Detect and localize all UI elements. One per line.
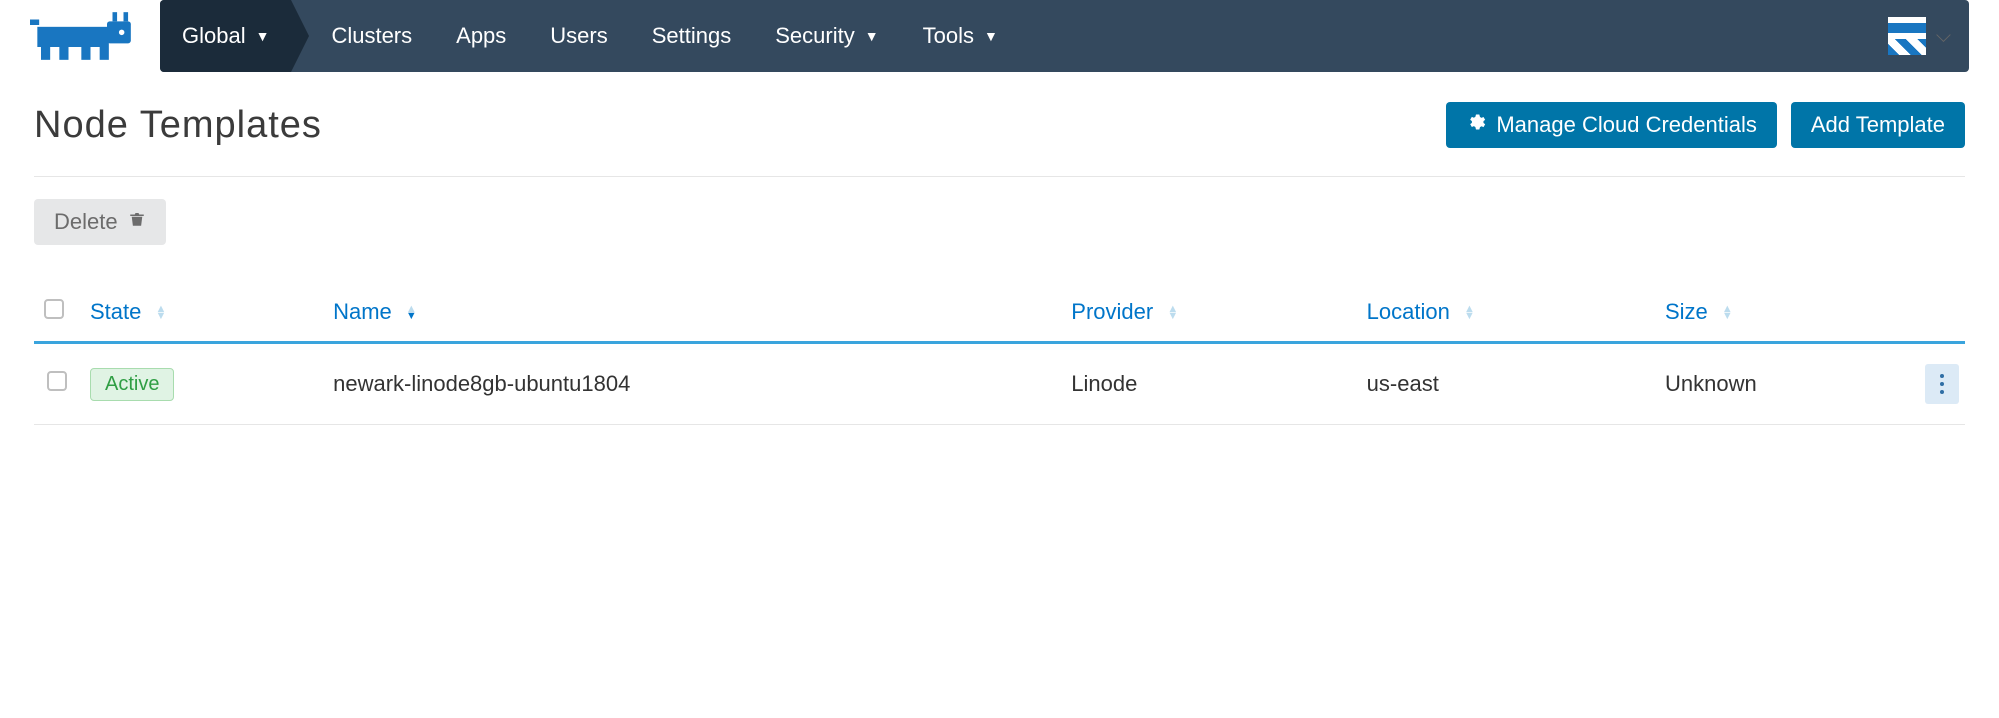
table-row: Active newark-linode8gb-ubuntu1804 Linod… bbox=[34, 343, 1965, 425]
cell-provider: Linode bbox=[1061, 343, 1356, 425]
col-label: State bbox=[90, 299, 141, 324]
row-checkbox[interactable] bbox=[47, 371, 67, 391]
user-menu[interactable]: ⌵ bbox=[1870, 0, 1969, 72]
chevron-down-icon: ▼ bbox=[256, 28, 270, 44]
page-header: Node Templates Manage Cloud Credentials … bbox=[34, 102, 1965, 177]
avatar bbox=[1888, 17, 1926, 55]
nav-item-label: Apps bbox=[456, 23, 506, 49]
rancher-logo-icon bbox=[30, 8, 140, 64]
col-label: Size bbox=[1665, 299, 1708, 324]
col-name[interactable]: Name ▲▼ bbox=[323, 285, 1061, 343]
nav-settings[interactable]: Settings bbox=[630, 0, 754, 72]
sort-icon: ▲▼ bbox=[156, 306, 167, 320]
templates-table: State ▲▼ Name ▲▼ Provider ▲▼ Location ▲▼… bbox=[34, 285, 1965, 425]
cell-size: Unknown bbox=[1655, 343, 1915, 425]
row-actions-menu[interactable] bbox=[1925, 364, 1959, 404]
col-label: Provider bbox=[1071, 299, 1153, 324]
page-title: Node Templates bbox=[34, 104, 322, 147]
col-state[interactable]: State ▲▼ bbox=[80, 285, 323, 343]
sort-icon: ▲▼ bbox=[406, 306, 417, 320]
top-navbar: Global ▼ Clusters Apps Users Settings Se… bbox=[0, 0, 1999, 72]
sort-icon: ▲▼ bbox=[1167, 306, 1178, 320]
col-label: Location bbox=[1367, 299, 1450, 324]
col-provider[interactable]: Provider ▲▼ bbox=[1061, 285, 1356, 343]
col-label: Name bbox=[333, 299, 392, 324]
add-template-button[interactable]: Add Template bbox=[1791, 102, 1965, 148]
nav-strip: Global ▼ Clusters Apps Users Settings Se… bbox=[160, 0, 1969, 72]
delete-button[interactable]: Delete bbox=[34, 199, 166, 245]
chevron-down-icon: ▼ bbox=[984, 28, 998, 44]
cell-name: newark-linode8gb-ubuntu1804 bbox=[323, 343, 1061, 425]
nav-item-label: Clusters bbox=[331, 23, 412, 49]
nav-item-label: Settings bbox=[652, 23, 732, 49]
nav-security[interactable]: Security ▼ bbox=[753, 0, 900, 72]
button-label: Add Template bbox=[1811, 112, 1945, 138]
select-all-checkbox[interactable] bbox=[44, 299, 64, 319]
manage-cloud-credentials-button[interactable]: Manage Cloud Credentials bbox=[1446, 102, 1777, 148]
chevron-down-icon: ▼ bbox=[865, 28, 879, 44]
status-badge: Active bbox=[90, 368, 174, 401]
logo[interactable] bbox=[30, 8, 160, 64]
nav-tools[interactable]: Tools ▼ bbox=[901, 0, 1020, 72]
nav-item-label: Users bbox=[550, 23, 607, 49]
col-location[interactable]: Location ▲▼ bbox=[1357, 285, 1655, 343]
sort-icon: ▲▼ bbox=[1464, 306, 1475, 320]
button-label: Delete bbox=[54, 209, 118, 235]
nav-global-label: Global bbox=[182, 23, 246, 49]
nav-item-label: Security bbox=[775, 23, 854, 49]
col-size[interactable]: Size ▲▼ bbox=[1655, 285, 1915, 343]
nav-item-label: Tools bbox=[923, 23, 974, 49]
nav-clusters[interactable]: Clusters bbox=[291, 0, 434, 72]
nav-global[interactable]: Global ▼ bbox=[160, 0, 291, 72]
nav-users[interactable]: Users bbox=[528, 0, 629, 72]
button-label: Manage Cloud Credentials bbox=[1496, 112, 1757, 138]
chevron-down-icon: ⌵ bbox=[1936, 25, 1951, 48]
trash-icon bbox=[128, 209, 146, 235]
cell-location: us-east bbox=[1357, 343, 1655, 425]
gear-icon bbox=[1466, 112, 1486, 138]
sort-icon: ▲▼ bbox=[1722, 306, 1733, 320]
nav-apps[interactable]: Apps bbox=[434, 0, 528, 72]
